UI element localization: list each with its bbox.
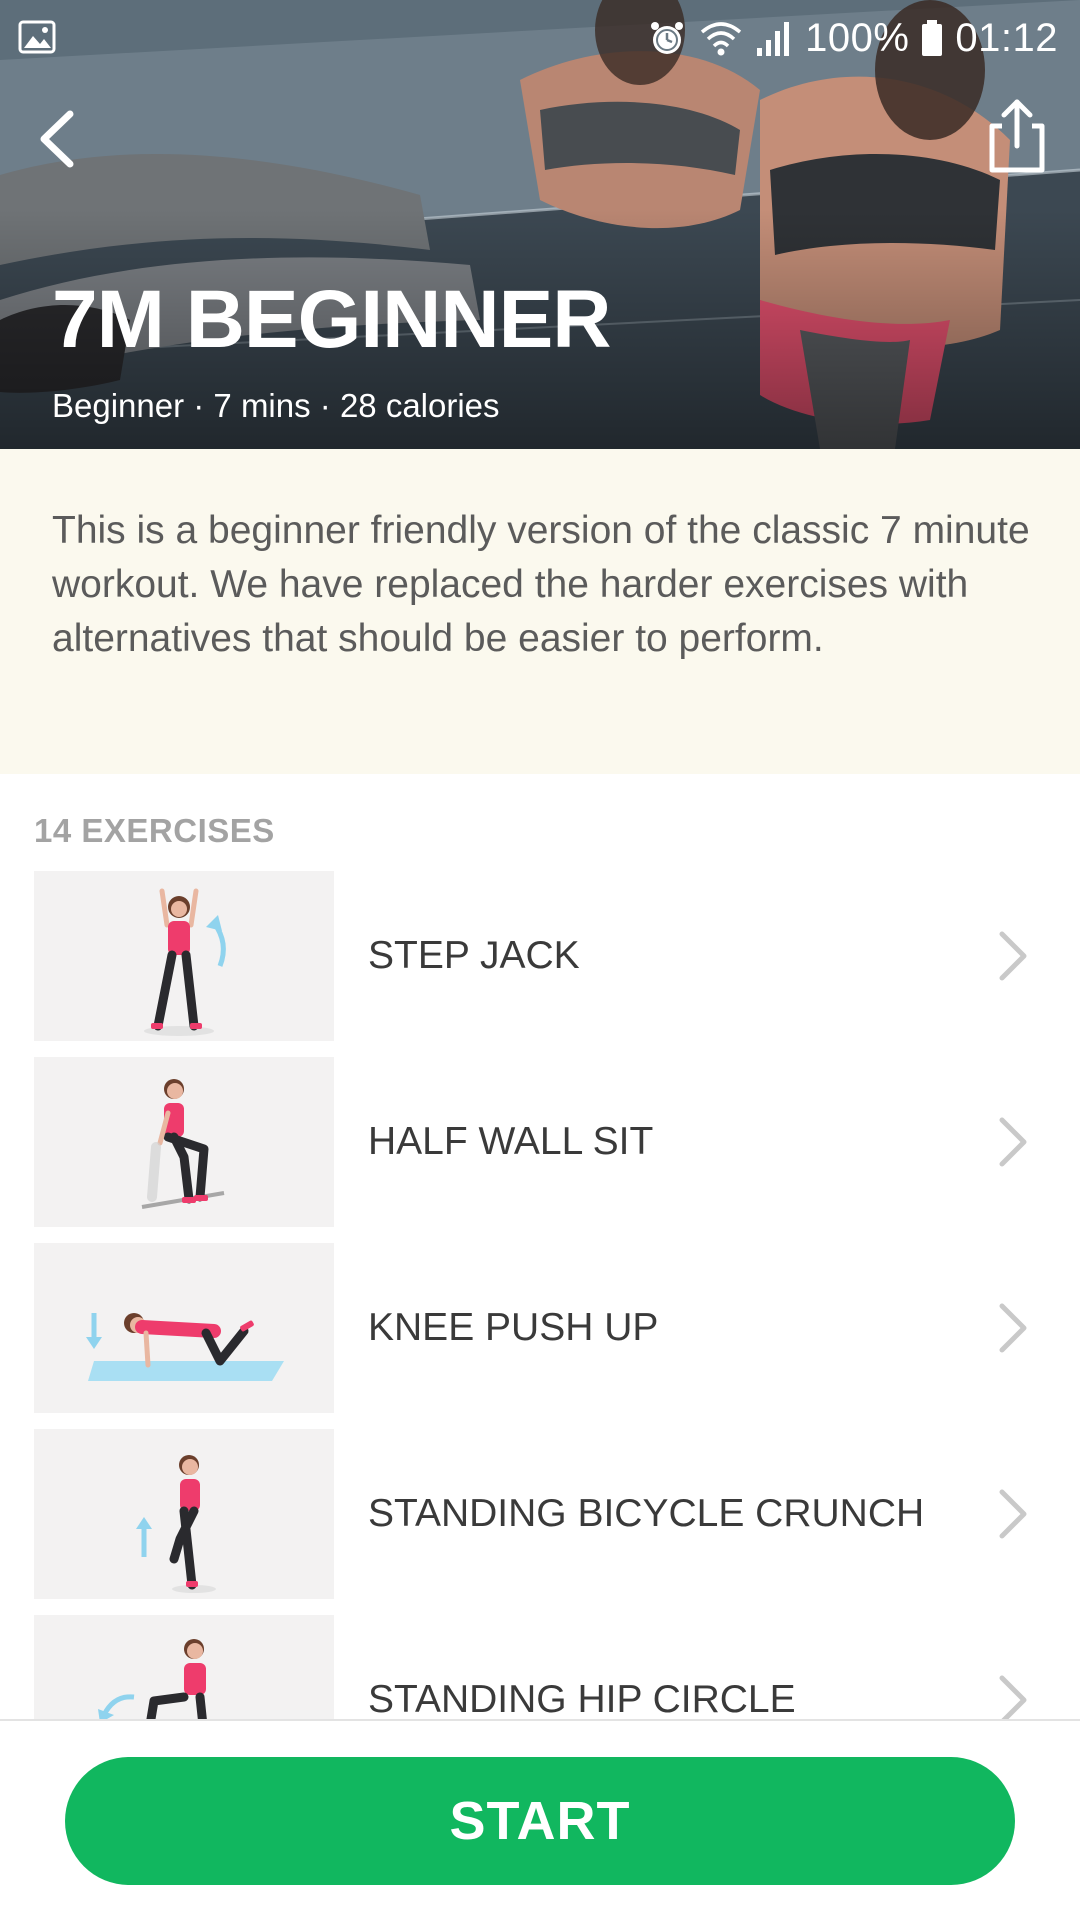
- workout-description: This is a beginner friendly version of t…: [52, 509, 1030, 660]
- exercise-thumbnail: [34, 1615, 334, 1719]
- exercise-row-standing-bicycle-crunch[interactable]: STANDING BICYCLE CRUNCH: [0, 1429, 1080, 1599]
- wifi-icon: [700, 22, 742, 56]
- bottom-action-bar: START: [0, 1719, 1080, 1922]
- status-bar: 100% 01:12: [0, 0, 1080, 76]
- exercise-thumbnail: [34, 871, 334, 1041]
- exercises-count-header: 14 EXERCISES: [34, 812, 275, 849]
- battery-icon: [922, 20, 943, 56]
- hero-banner: 100% 01:12 7M BEGINNER Beginner · 7 mins…: [0, 0, 1080, 449]
- back-button[interactable]: [28, 104, 98, 174]
- exercise-thumbnail: [34, 1057, 334, 1227]
- exercise-name: KNEE PUSH UP: [368, 1306, 659, 1349]
- exercise-row-knee-push-up[interactable]: KNEE PUSH UP: [0, 1243, 1080, 1413]
- exercise-name: STEP JACK: [368, 934, 580, 977]
- clock: 01:12: [955, 15, 1058, 60]
- chevron-left-icon: [40, 110, 74, 168]
- exercise-list: STEP JACK HALF WALL SIT KNEE PUSH UP STA…: [0, 871, 1080, 1719]
- description-panel: This is a beginner friendly version of t…: [0, 449, 1080, 774]
- exercise-row-standing-hip-circle[interactable]: STANDING HIP CIRCLE: [0, 1615, 1080, 1719]
- chevron-right-icon: [999, 1675, 1027, 1719]
- share-button[interactable]: [982, 96, 1052, 176]
- workout-title: 7M BEGINNER: [52, 274, 612, 365]
- alarm-icon: [651, 22, 684, 54]
- workout-meta: Beginner · 7 mins · 28 calories: [52, 387, 500, 424]
- chevron-right-icon: [999, 1489, 1027, 1539]
- share-icon: [989, 99, 1045, 173]
- exercise-thumbnail: [34, 1243, 334, 1413]
- chevron-right-icon: [999, 1303, 1027, 1353]
- exercise-name: STANDING BICYCLE CRUNCH: [368, 1492, 925, 1535]
- status-right: 100% 01:12: [647, 12, 1058, 64]
- chevron-right-icon: [999, 931, 1027, 981]
- battery-percent: 100%: [805, 15, 910, 60]
- start-button[interactable]: START: [65, 1757, 1015, 1885]
- chevron-right-icon: [999, 1117, 1027, 1167]
- exercise-row-half-wall-sit[interactable]: HALF WALL SIT: [0, 1057, 1080, 1227]
- exercise-thumbnail: [34, 1429, 334, 1599]
- exercise-row-step-jack[interactable]: STEP JACK: [0, 871, 1080, 1041]
- exercise-name: HALF WALL SIT: [368, 1120, 654, 1163]
- exercise-name: STANDING HIP CIRCLE: [368, 1678, 796, 1719]
- gallery-icon: [18, 20, 56, 54]
- signal-icon: [757, 22, 790, 56]
